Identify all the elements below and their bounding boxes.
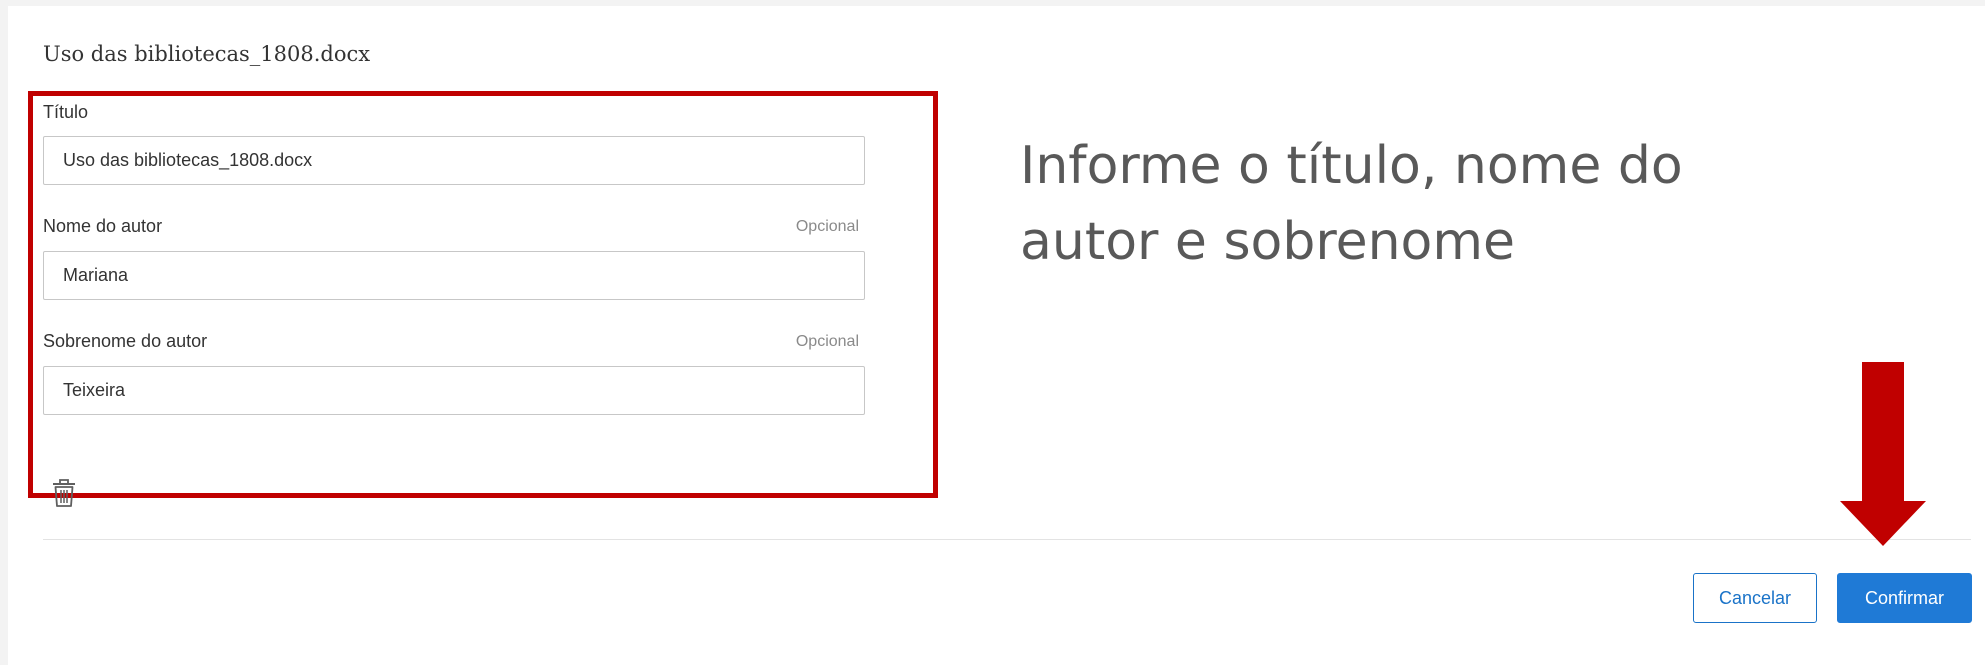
author-last-name-label: Sobrenome do autor — [43, 331, 208, 351]
confirm-button[interactable]: Confirmar — [1837, 573, 1972, 623]
title-input[interactable] — [43, 136, 865, 185]
trash-icon[interactable] — [52, 478, 76, 508]
author-first-name-optional-tag: Opcional — [795, 218, 859, 235]
author-last-name-input[interactable] — [43, 366, 865, 415]
cancel-button[interactable]: Cancelar — [1693, 573, 1817, 623]
instruction-callout: Informe o título, nome do autor e sobren… — [1020, 136, 1683, 272]
author-last-name-optional-tag: Opcional — [795, 333, 859, 350]
author-first-name-input[interactable] — [43, 251, 865, 300]
footer-divider — [43, 539, 1971, 540]
arrow-down-icon — [1840, 362, 1926, 546]
title-label: Título — [43, 102, 89, 122]
document-name: Uso das bibliotecas_1808.docx — [43, 42, 371, 66]
author-first-name-label: Nome do autor — [43, 216, 163, 236]
